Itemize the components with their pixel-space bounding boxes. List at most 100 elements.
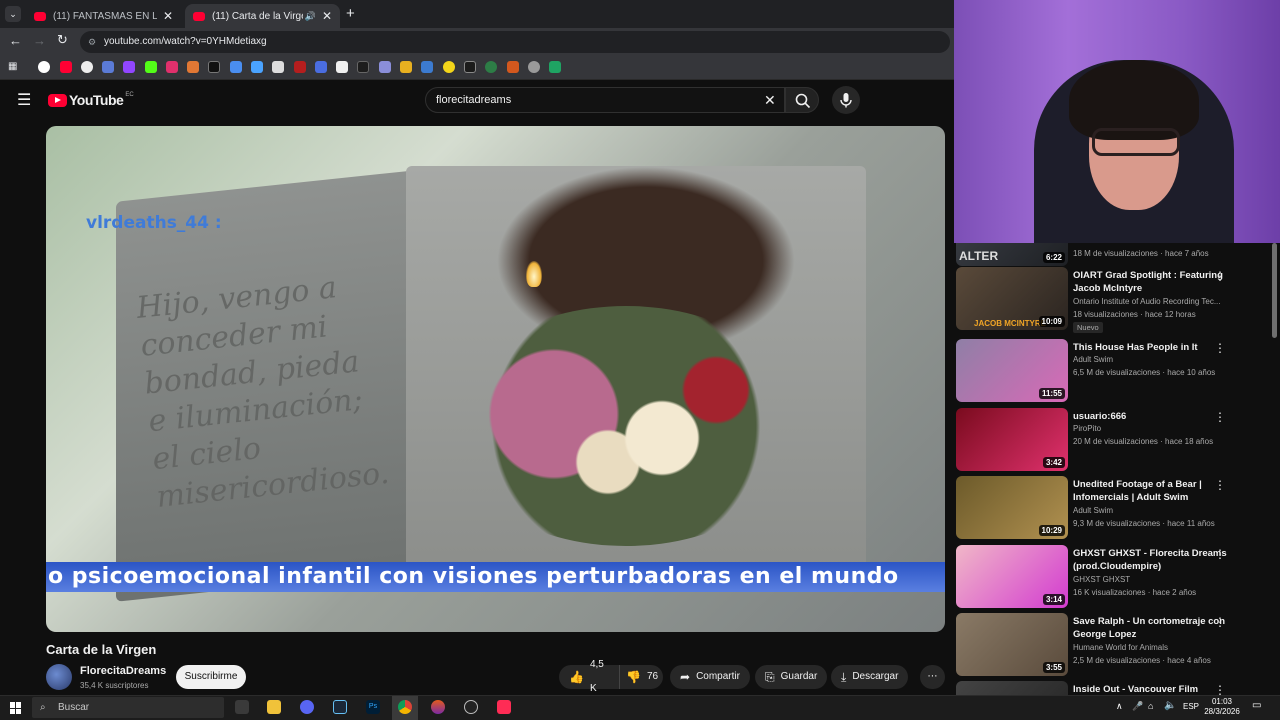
file-explorer-icon[interactable] bbox=[267, 700, 281, 714]
bookmark-app-icon[interactable] bbox=[251, 61, 263, 73]
chrome-icon[interactable] bbox=[398, 700, 412, 714]
video-player[interactable]: Hijo, vengo a conceder mi bondad, pieda … bbox=[46, 126, 945, 632]
bookmark-app-icon[interactable] bbox=[464, 61, 476, 73]
taskbar-search[interactable]: ⌕ Buscar bbox=[32, 697, 224, 718]
voice-search-button[interactable] bbox=[832, 86, 860, 114]
bookmark-gmail-icon[interactable] bbox=[81, 61, 93, 73]
recommendation-item[interactable]: JACOB MCINTYRE 10:09 OIART Grad Spotlight … bbox=[956, 267, 1278, 333]
more-options-icon[interactable]: ⋮ bbox=[1214, 683, 1226, 695]
browser-tab-1[interactable]: (11) FANTASMAS EN LA CARRE ✕ bbox=[26, 4, 181, 28]
apps-grid-icon[interactable]: ▦ bbox=[8, 61, 17, 72]
bookmark-app-icon[interactable] bbox=[528, 61, 540, 73]
keyboard-language[interactable]: ESP bbox=[1183, 702, 1199, 711]
bookmark-sheets-icon[interactable] bbox=[549, 61, 561, 73]
tray-chevron-icon[interactable]: ∧ bbox=[1116, 701, 1123, 712]
photoshop-icon[interactable]: Ps bbox=[366, 700, 380, 714]
recommendation-channel[interactable]: PiroPito bbox=[1073, 424, 1101, 433]
recommendation-channel[interactable]: Ontario Institute of Audio Recording Tec… bbox=[1073, 297, 1221, 306]
browser-tab-2[interactable]: (11) Carta de la Virgen - Yo 🔊 ✕ bbox=[185, 4, 340, 28]
bookmark-app-icon[interactable] bbox=[400, 61, 412, 73]
recommendation-channel[interactable]: Adult Swim bbox=[1073, 355, 1113, 364]
subscribe-button[interactable]: Suscribirme bbox=[176, 665, 246, 689]
notification-icon[interactable]: ▭ bbox=[1252, 700, 1261, 711]
bookmark-google-icon[interactable] bbox=[38, 61, 50, 73]
bookmark-app-icon[interactable] bbox=[485, 61, 497, 73]
more-options-icon[interactable]: ⋮ bbox=[1214, 478, 1226, 492]
recommendation-item[interactable]: 3:42 usuario:666 PiroPito 20 M de visualiza… bbox=[956, 408, 1278, 472]
speaker-icon[interactable]: 🔊 bbox=[305, 11, 316, 22]
video-thumbnail[interactable]: 3:55 bbox=[956, 613, 1068, 676]
taskbar-app-icon[interactable] bbox=[235, 700, 249, 714]
search-input[interactable]: florecitadreams ✕ bbox=[425, 87, 785, 113]
channel-avatar[interactable] bbox=[46, 664, 72, 690]
more-options-icon[interactable]: ⋮ bbox=[1214, 341, 1226, 355]
bookmark-youtube-icon[interactable] bbox=[60, 61, 72, 73]
download-button[interactable]: ⤓ Descargar bbox=[831, 665, 909, 689]
tray-volume-icon[interactable]: 🔈 bbox=[1164, 700, 1176, 711]
recommendation-channel[interactable]: GHXST GHXST bbox=[1073, 575, 1130, 584]
recommendation-item[interactable]: 11:55 This House Has People in It Adult Sw… bbox=[956, 339, 1278, 403]
youtube-logo[interactable]: YouTube EC bbox=[48, 92, 134, 108]
save-button[interactable]: ⎘ Guardar bbox=[755, 665, 828, 689]
bookmark-app-icon[interactable] bbox=[443, 61, 455, 73]
recommendation-item[interactable]: ALTER 6:22 18 M de visualizaciones · hace … bbox=[956, 243, 1278, 267]
tray-network-icon[interactable]: ⌂ bbox=[1148, 701, 1153, 711]
bookmark-app-icon[interactable] bbox=[102, 61, 114, 73]
recommendation-item[interactable]: 3:14 GHXST GHXST - Florecita Dreams (prod… bbox=[956, 545, 1278, 609]
reload-icon[interactable]: ↻ bbox=[57, 32, 68, 48]
sidebar-scrollbar[interactable] bbox=[1272, 243, 1277, 338]
video-thumbnail[interactable] bbox=[956, 681, 1068, 695]
more-actions-button[interactable]: ⋯ bbox=[920, 665, 945, 689]
taskbar-app-icon[interactable] bbox=[431, 700, 445, 714]
bookmark-notion-icon[interactable] bbox=[336, 61, 348, 73]
recommendation-item[interactable]: Inside Out - Vancouver Film ⋮ bbox=[956, 681, 1278, 695]
bookmark-stack-icon[interactable] bbox=[272, 61, 284, 73]
more-options-icon[interactable]: ⋮ bbox=[1214, 615, 1226, 629]
bookmark-twitch-icon[interactable] bbox=[123, 61, 135, 73]
bookmark-app-icon[interactable] bbox=[230, 61, 242, 73]
video-thumbnail[interactable]: 3:14 bbox=[956, 545, 1068, 608]
search-button[interactable] bbox=[785, 87, 819, 113]
clear-search-icon[interactable]: ✕ bbox=[764, 88, 776, 112]
recommendation-channel[interactable]: Adult Swim bbox=[1073, 506, 1113, 515]
like-button[interactable]: 👍 4,5 K bbox=[559, 659, 619, 694]
bookmark-app-icon[interactable] bbox=[357, 61, 369, 73]
video-thumbnail[interactable]: 10:29 bbox=[956, 476, 1068, 539]
more-options-icon[interactable]: ⋮ bbox=[1214, 410, 1226, 424]
tiktok-icon[interactable] bbox=[497, 700, 511, 714]
steam-icon[interactable] bbox=[333, 700, 347, 714]
more-options-icon[interactable]: ⋮ bbox=[1214, 547, 1226, 561]
address-bar[interactable]: ⚙ youtube.com/watch?v=0YHMdetiaxg bbox=[80, 31, 950, 53]
more-options-icon[interactable]: ⋮ bbox=[1214, 269, 1226, 283]
channel-name[interactable]: FlorecitaDreams bbox=[80, 665, 166, 677]
menu-hamburger-icon[interactable]: ☰ bbox=[17, 90, 31, 110]
new-tab-button[interactable]: + bbox=[346, 5, 355, 22]
bookmark-instagram-icon[interactable] bbox=[166, 61, 178, 73]
close-tab-icon[interactable]: ✕ bbox=[322, 9, 332, 23]
video-thumbnail[interactable]: 3:42 bbox=[956, 408, 1068, 471]
close-tab-icon[interactable]: ✕ bbox=[163, 9, 173, 23]
tray-mic-icon[interactable]: 🎤 bbox=[1132, 701, 1143, 712]
dislike-button[interactable]: 👎 76 bbox=[619, 665, 663, 689]
video-thumbnail[interactable]: JACOB MCINTYRE 10:09 bbox=[956, 267, 1068, 330]
recommendation-item[interactable]: 3:55 Save Ralph - Un cortometraje con Geo… bbox=[956, 613, 1278, 677]
recommendation-channel[interactable]: Humane World for Animals bbox=[1073, 643, 1168, 652]
tab-search-button[interactable]: ⌄ bbox=[5, 6, 21, 22]
recommendation-item[interactable]: 10:29 Unedited Footage of a Bear | Infome… bbox=[956, 476, 1278, 540]
taskbar-clock[interactable]: 01:03 28/3/2026 bbox=[1200, 697, 1244, 717]
windows-start-icon[interactable] bbox=[10, 702, 22, 714]
bookmark-app-icon[interactable] bbox=[294, 61, 306, 73]
bookmark-x-icon[interactable] bbox=[208, 61, 220, 73]
share-button[interactable]: ➦ Compartir bbox=[670, 665, 750, 689]
discord-icon[interactable] bbox=[300, 700, 314, 714]
bookmark-app-icon[interactable] bbox=[315, 61, 327, 73]
site-info-icon[interactable]: ⚙ bbox=[88, 31, 96, 53]
bookmark-kick-icon[interactable] bbox=[145, 61, 157, 73]
video-thumbnail[interactable]: ALTER 6:22 bbox=[956, 243, 1068, 266]
bookmark-app-icon[interactable] bbox=[187, 61, 199, 73]
bookmark-app-icon[interactable] bbox=[507, 61, 519, 73]
video-thumbnail[interactable]: 11:55 bbox=[956, 339, 1068, 402]
back-arrow-icon[interactable]: ← bbox=[9, 33, 22, 48]
forward-arrow-icon[interactable]: → bbox=[33, 33, 46, 48]
bookmark-app-icon[interactable] bbox=[379, 61, 391, 73]
